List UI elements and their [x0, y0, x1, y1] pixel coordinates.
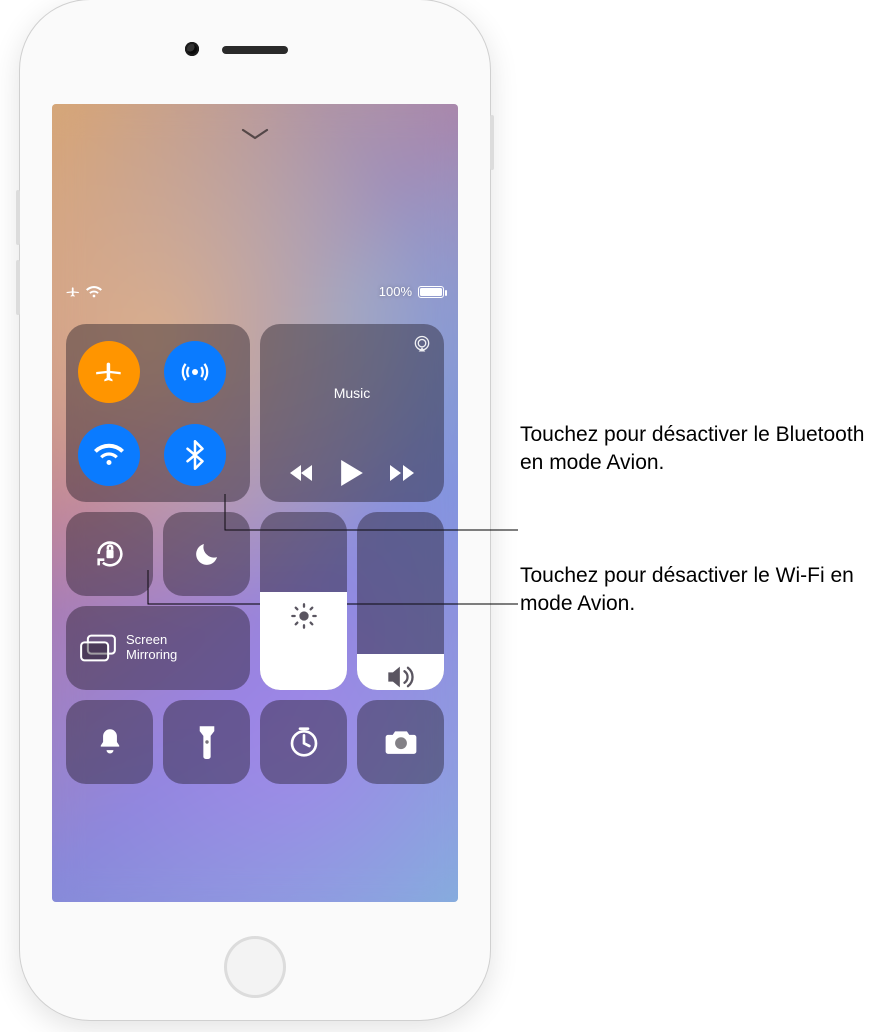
- airdrop-toggle[interactable]: [164, 341, 226, 403]
- screen-mirroring-button[interactable]: Screen Mirroring: [66, 606, 250, 690]
- brightness-slider[interactable]: [260, 512, 347, 690]
- battery-icon: [418, 286, 444, 298]
- wifi-status-icon: [86, 286, 102, 298]
- media-title: Music: [334, 385, 371, 401]
- timer-icon: [288, 726, 320, 758]
- screen-mirroring-label: Screen Mirroring: [126, 633, 177, 663]
- rotation-lock-icon: [93, 537, 127, 571]
- brightness-fill: [260, 592, 347, 690]
- rotation-lock-toggle[interactable]: [66, 512, 153, 596]
- flashlight-icon: [198, 725, 216, 759]
- battery-percent-text: 100%: [379, 284, 412, 299]
- timer-button[interactable]: [260, 700, 347, 784]
- callout-bluetooth: Touchez pour désactiver le Bluetooth en …: [520, 421, 870, 478]
- control-center-grid: Music: [66, 324, 444, 784]
- callout-bluetooth-text: Touchez pour désactiver le Bluetooth en …: [520, 423, 864, 474]
- volume-icon: [386, 664, 416, 690]
- airdrop-icon: [180, 357, 210, 387]
- connectivity-cluster[interactable]: [66, 324, 250, 502]
- volume-slider[interactable]: [357, 512, 444, 690]
- play-button[interactable]: [341, 460, 363, 486]
- screen-mirroring-icon: [80, 634, 116, 662]
- airplane-mode-toggle[interactable]: [78, 341, 140, 403]
- airplane-icon: [95, 358, 123, 386]
- previous-track-button[interactable]: [290, 464, 314, 482]
- camera-icon: [384, 729, 418, 755]
- do-not-disturb-toggle[interactable]: [163, 512, 250, 596]
- airplay-icon[interactable]: [412, 334, 432, 354]
- media-cluster[interactable]: Music: [260, 324, 444, 502]
- bluetooth-toggle[interactable]: [164, 424, 226, 486]
- airplane-status-icon: [66, 285, 80, 299]
- brightness-icon: [290, 602, 318, 630]
- callout-wifi-text: Touchez pour désactiver le Wi-Fi en mode…: [520, 564, 854, 615]
- callout-wifi: Touchez pour désactiver le Wi-Fi en mode…: [520, 562, 870, 619]
- wifi-icon: [94, 443, 124, 467]
- flashlight-button[interactable]: [163, 700, 250, 784]
- chevron-down-icon[interactable]: [241, 126, 269, 142]
- bell-icon: [96, 727, 124, 757]
- bluetooth-icon: [185, 440, 205, 470]
- do-not-disturb-icon: [192, 539, 222, 569]
- media-controls: [260, 460, 444, 486]
- status-bar: 100%: [52, 284, 458, 299]
- next-track-button[interactable]: [390, 464, 414, 482]
- wifi-toggle[interactable]: [78, 424, 140, 486]
- silent-mode-button[interactable]: [66, 700, 153, 784]
- camera-button[interactable]: [357, 700, 444, 784]
- volume-fill: [357, 654, 444, 690]
